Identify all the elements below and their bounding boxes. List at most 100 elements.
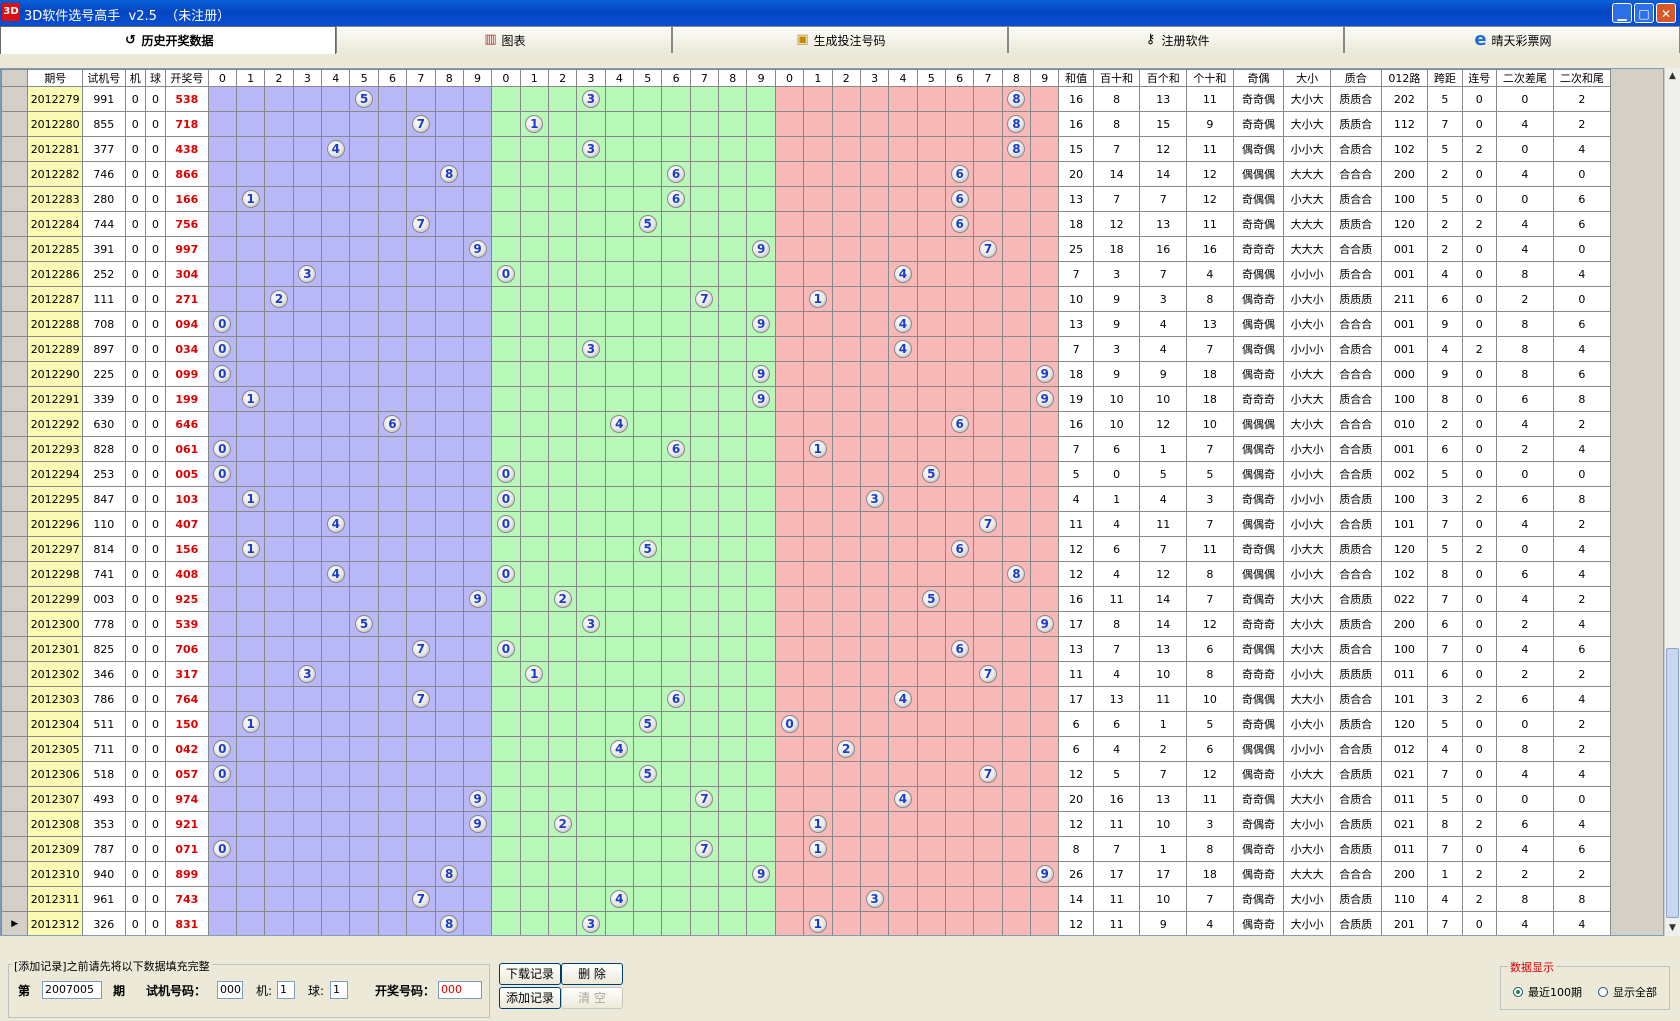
column-header[interactable]: 6 [661, 69, 691, 87]
column-header[interactable]: 7 [689, 69, 720, 87]
column-header[interactable]: 3 [292, 69, 323, 87]
table-row[interactable]: 2012304 511 0 0 150 1 5 0 6 6 1 5 奇奇偶 小大小 质质合 120 5 0 0 2 [1, 711, 1612, 737]
column-header[interactable]: 1 [803, 69, 833, 87]
row-selector[interactable] [1, 186, 29, 212]
column-header[interactable]: 个十和 [1186, 69, 1234, 87]
column-header[interactable]: 2 [264, 69, 294, 87]
table-row[interactable]: 2012300 778 0 0 539 5 3 9 17 8 14 12 奇奇奇 大小大 质质合 200 6 0 2… [1, 611, 1612, 637]
column-header[interactable]: 4 [888, 69, 918, 87]
column-header[interactable]: 机 [124, 69, 146, 87]
win-input[interactable]: 000 [438, 981, 482, 999]
trial-input[interactable]: 000 [217, 981, 243, 999]
table-row[interactable]: 2012294 253 0 0 005 0 0 5 5 0 5 5 偶偶奇 小小大 合合质 002 5 0 0 0 [1, 461, 1612, 487]
column-header[interactable]: 大小 [1283, 69, 1331, 87]
row-selector[interactable] [1, 161, 29, 187]
download-button[interactable]: 下载记录 [499, 963, 561, 985]
column-header[interactable]: 连号 [1461, 69, 1498, 87]
table-row[interactable]: 2012293 828 0 0 061 0 6 1 7 6 1 7 偶偶奇 小大小 合合质 001 6 0 2 4 [1, 436, 1612, 462]
tab-chart[interactable]: ▥ 图表 [336, 26, 672, 53]
table-row[interactable]: 2012307 493 0 0 974 9 7 4 20 16 13 11 奇奇偶 大大小 合质合 011 5 0… [1, 786, 1612, 812]
current-row-indicator-icon[interactable]: ▶ [1, 911, 29, 935]
row-selector[interactable] [1, 586, 29, 612]
close-button[interactable]: ✕ [1656, 3, 1676, 23]
row-selector[interactable] [1, 286, 29, 312]
column-header[interactable]: 跨距 [1427, 69, 1463, 87]
column-header[interactable]: 百个和 [1139, 69, 1188, 87]
column-header[interactable]: 和值 [1058, 69, 1094, 87]
table-row[interactable]: 2012281 377 0 0 438 4 3 8 15 7 12 11 偶奇偶 小小大 合质合 102 5 2 0… [1, 136, 1612, 162]
table-row[interactable]: 2012311 961 0 0 743 7 4 3 14 11 10 7 奇偶奇 大小小 质合质 110 4 2 8… [1, 886, 1612, 912]
row-selector[interactable] [1, 561, 29, 587]
row-selector[interactable] [1, 886, 29, 912]
tab-history[interactable]: ↺ 历史开奖数据 [0, 26, 336, 54]
column-header[interactable]: 球 [144, 69, 167, 87]
recent-radio[interactable] [1513, 987, 1523, 997]
table-row[interactable]: 2012283 280 0 0 166 1 6 6 13 7 7 12 奇偶偶 小大大 质合合 100 5 0 0 6 [1, 186, 1612, 212]
table-row[interactable]: 2012305 711 0 0 042 0 4 2 6 4 2 6 偶偶偶 小小小 合合质 012 4 0 8 2 [1, 736, 1612, 762]
table-row[interactable]: 2012285 391 0 0 997 9 9 7 25 18 16 16 奇奇奇 大大大 合合质 001 2 0… [1, 236, 1612, 262]
column-header[interactable]: 8 [1001, 69, 1032, 87]
row-selector[interactable] [1, 661, 29, 687]
column-header[interactable]: 二次差尾 [1496, 69, 1554, 87]
issue-input[interactable]: 2007005 [42, 981, 102, 999]
column-header[interactable]: 7 [406, 69, 436, 87]
table-row[interactable]: 2012309 787 0 0 071 0 7 1 8 7 1 8 偶奇奇 小大小 合质质 011 7 0 4 6 [1, 836, 1612, 862]
column-header[interactable]: 奇偶 [1232, 69, 1285, 87]
table-row[interactable]: 2012290 225 0 0 099 0 9 9 18 9 9 18 偶奇奇 小大大 合合合 000 9 0 8 6 [1, 361, 1612, 387]
row-selector[interactable] [1, 536, 29, 562]
row-selector[interactable] [1, 686, 29, 712]
row-selector[interactable] [1, 136, 29, 162]
row-selector[interactable] [1, 511, 29, 537]
table-row[interactable]: 2012288 708 0 0 094 0 9 4 13 9 4 13 偶奇偶 小大小 合合合 001 9 0 8 6 [1, 311, 1612, 337]
lottery-history-grid[interactable]: 期号 试机号机球开奖号 0 1 2 3 4 5 6 7 8 9 0 1 2 3 4 5 6 7 8 9 0 1 2 3 4 5 6 7 8 9… [0, 68, 1664, 936]
row-selector[interactable] [1, 786, 29, 812]
column-header[interactable]: 012路 [1380, 69, 1429, 87]
row-selector[interactable] [1, 761, 29, 787]
column-header[interactable]: 0 [207, 69, 238, 87]
row-selector[interactable] [1, 211, 29, 237]
table-row[interactable]: 2012287 111 0 0 271 2 7 1 10 9 3 8 偶奇奇 小大小 质质质 211 6 0 2 0 [1, 286, 1612, 312]
tab-register[interactable]: ⚷ 注册软件 [1008, 26, 1344, 53]
clear-button[interactable]: 清 空 [561, 987, 623, 1009]
column-header[interactable]: 8 [718, 69, 748, 87]
column-header[interactable]: 0 [774, 69, 805, 87]
row-selector[interactable] [1, 461, 29, 487]
table-row[interactable]: 2012296 110 0 0 407 4 0 7 11 4 11 7 偶偶奇 小小大 合合质 101 7 0 4 2 [1, 511, 1612, 537]
table-row[interactable]: 2012282 746 0 0 866 8 6 6 20 14 14 12 偶偶偶 大大大 合合合 200 2 0… [1, 161, 1612, 187]
column-header[interactable]: 6 [377, 69, 408, 87]
column-header[interactable]: 5 [349, 69, 379, 87]
ball-input[interactable]: 1 [330, 981, 348, 999]
column-header[interactable]: 3 [859, 69, 890, 87]
column-header[interactable]: 7 [973, 69, 1003, 87]
row-selector[interactable] [1, 436, 29, 462]
row-selector[interactable] [1, 111, 29, 137]
scroll-thumb[interactable] [1666, 648, 1679, 918]
minimize-button[interactable]: ▁ [1612, 3, 1632, 23]
row-selector[interactable] [1, 736, 29, 762]
row-selector[interactable] [1, 861, 29, 887]
scroll-up-icon[interactable]: ▲ [1665, 68, 1680, 84]
table-row[interactable]: 2012301 825 0 0 706 7 0 6 13 7 13 6 奇偶偶 大小大 质合合 100 7 0 4 6 [1, 636, 1612, 662]
column-header[interactable]: 期号 [27, 69, 84, 87]
add-record-button[interactable]: 添加记录 [499, 987, 561, 1009]
table-row[interactable]: 2012298 741 0 0 408 4 0 8 12 4 12 8 偶偶偶 小小大 合合合 102 8 0 6 4 [1, 561, 1612, 587]
row-selector[interactable] [1, 811, 29, 837]
table-row[interactable]: 2012284 744 0 0 756 7 5 6 18 12 13 11 奇奇偶 大大大 质质合 120 2 2… [1, 211, 1612, 237]
table-row[interactable]: 2012303 786 0 0 764 7 6 4 17 13 11 10 奇偶偶 大大小 质合合 101 3 2… [1, 686, 1612, 712]
table-row[interactable]: 2012289 897 0 0 034 0 3 4 7 3 4 7 偶奇偶 小小小 合质合 001 4 2 8 4 [1, 336, 1612, 362]
column-header[interactable]: 4 [321, 69, 351, 87]
column-header[interactable]: 百十和 [1092, 69, 1141, 87]
tab-generate[interactable]: ▣ 生成投注号码 [672, 26, 1008, 53]
all-radio[interactable] [1598, 987, 1608, 997]
machine-input[interactable]: 1 [277, 981, 295, 999]
column-header[interactable]: 8 [434, 69, 464, 87]
table-row[interactable]: 2012306 518 0 0 057 0 5 7 12 5 7 12 偶奇奇 小大大 合质质 021 7 0 4 4 [1, 761, 1612, 787]
row-selector[interactable] [1, 261, 29, 287]
column-header[interactable]: 9 [746, 69, 776, 87]
column-header[interactable]: 5 [916, 69, 946, 87]
table-row[interactable]: 2012308 353 0 0 921 9 2 1 12 11 10 3 奇偶奇 大小小 合质质 021 8 2 6… [1, 811, 1612, 837]
column-header[interactable]: 9 [462, 69, 493, 87]
column-header[interactable]: 质合 [1329, 69, 1382, 87]
delete-button[interactable]: 删 除 [561, 963, 623, 985]
table-row[interactable]: 2012292 630 0 0 646 6 4 6 16 10 12 10 偶偶偶 大小大 合合合 010 2 0… [1, 411, 1612, 437]
